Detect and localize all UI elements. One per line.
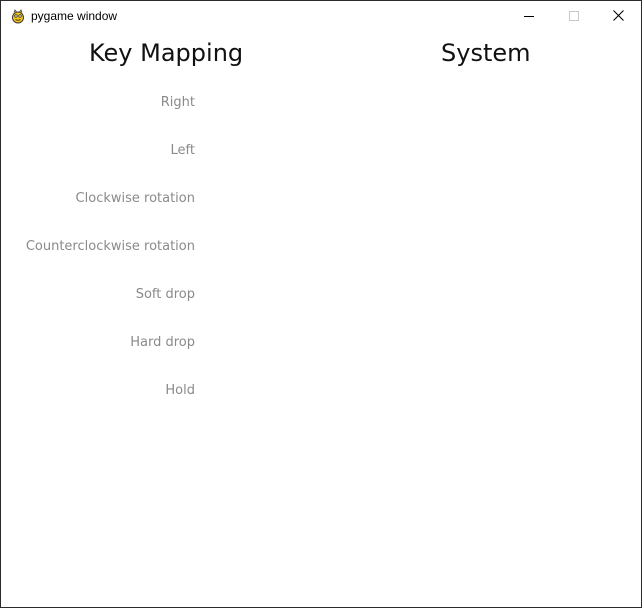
close-icon	[613, 8, 624, 26]
pygame-window: pygame window Key Mapping System Right L…	[0, 0, 642, 608]
mapping-label-counterclockwise-rotation[interactable]: Counterclockwise rotation	[26, 239, 195, 255]
mapping-label-hard-drop[interactable]: Hard drop	[130, 335, 195, 351]
minimize-icon	[523, 8, 534, 26]
mapping-label-hold[interactable]: Hold	[165, 383, 195, 399]
system-heading: System	[441, 39, 531, 67]
minimize-button[interactable]	[506, 1, 551, 32]
key-mapping-list: Right Left Clockwise rotation Counterclo…	[1, 32, 195, 607]
pygame-snake-icon	[10, 8, 26, 24]
maximize-button[interactable]	[551, 1, 596, 32]
mapping-label-soft-drop[interactable]: Soft drop	[136, 287, 195, 303]
mapping-label-right[interactable]: Right	[161, 95, 195, 111]
mapping-label-left[interactable]: Left	[171, 143, 195, 159]
title-bar[interactable]: pygame window	[1, 1, 641, 32]
window-title: pygame window	[31, 9, 118, 23]
maximize-icon	[568, 8, 579, 26]
game-surface: Key Mapping System Right Left Clockwise …	[1, 32, 641, 607]
close-button[interactable]	[596, 1, 641, 32]
mapping-label-clockwise-rotation[interactable]: Clockwise rotation	[76, 191, 195, 207]
